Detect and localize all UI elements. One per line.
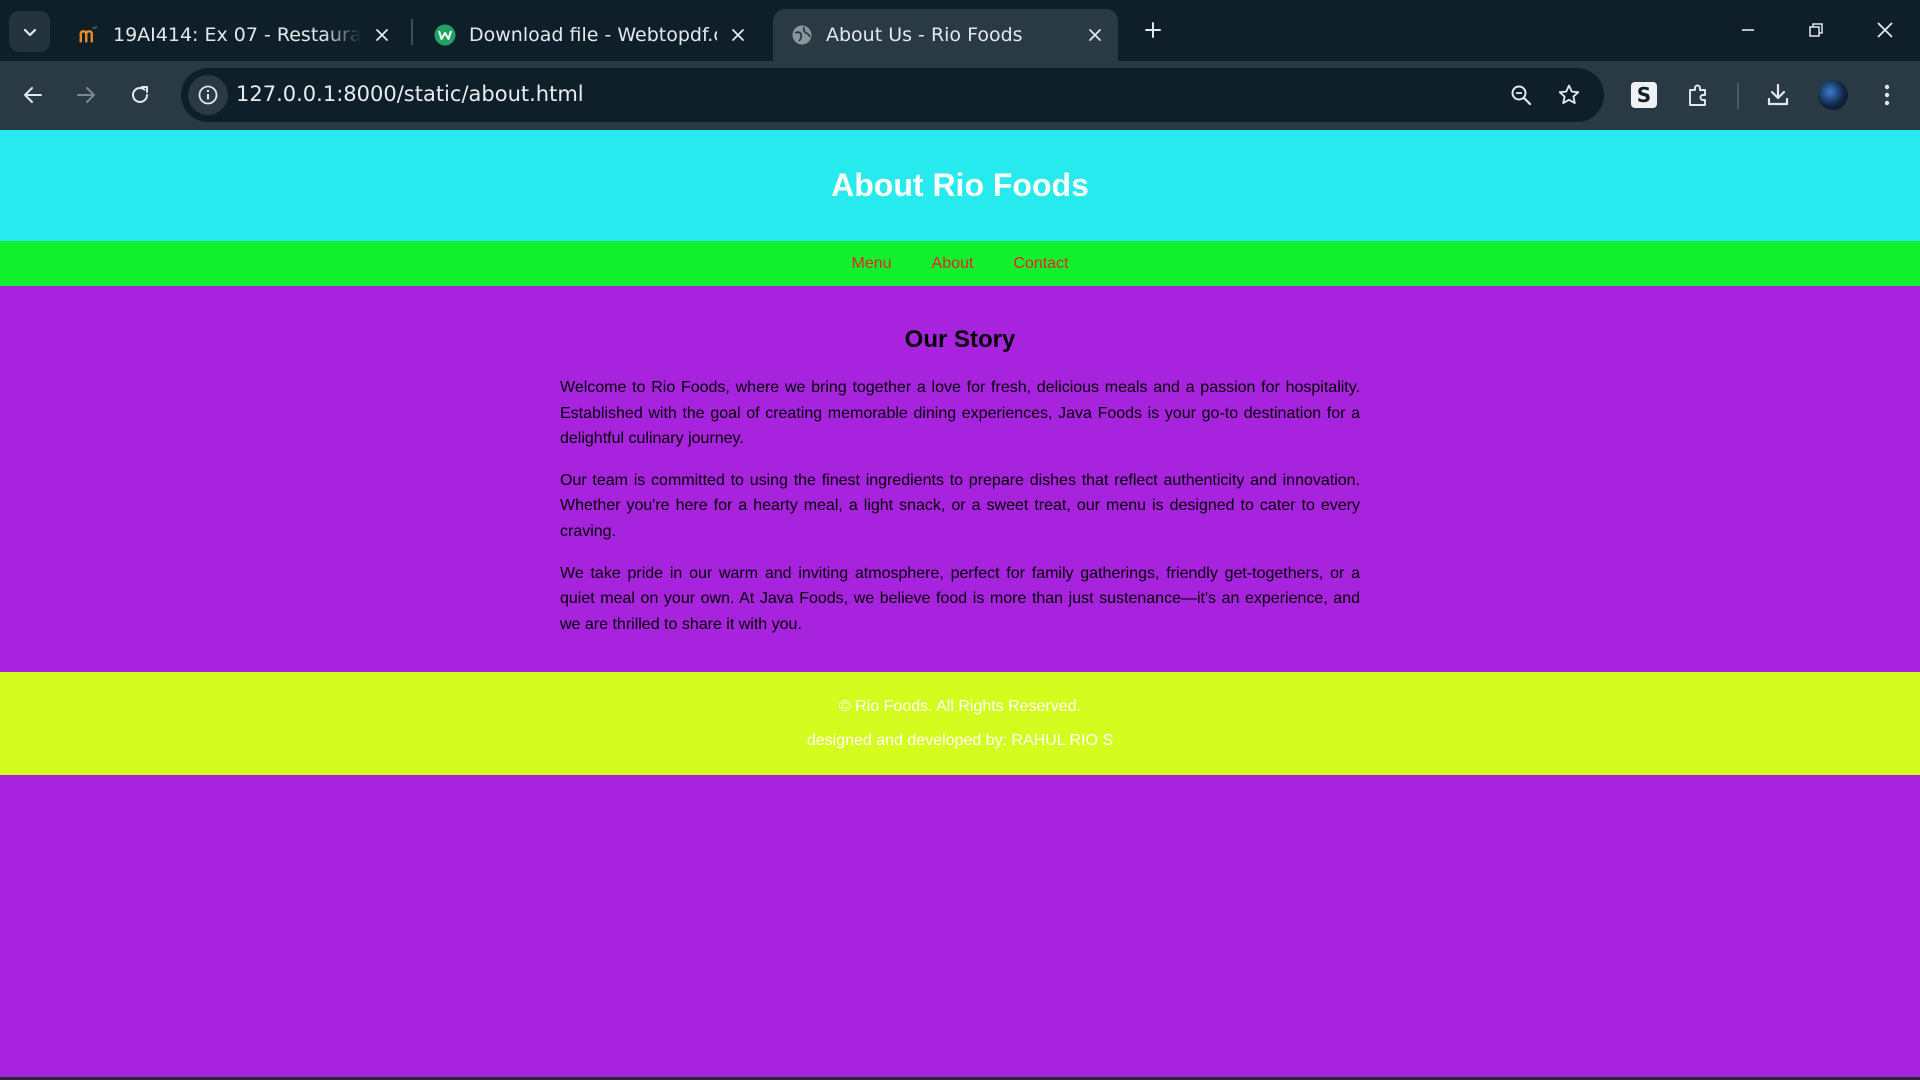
nav-link-about[interactable]: About <box>932 255 974 273</box>
site-footer: © Rio Foods. All Rights Reserved. design… <box>0 672 1920 775</box>
close-window-button[interactable] <box>1863 8 1907 52</box>
footer-credit: designed and developed by: RAHUL RIO S <box>806 731 1114 749</box>
footer-copyright: © Rio Foods. All Rights Reserved. <box>838 697 1082 715</box>
close-icon <box>1877 22 1893 38</box>
web-page: About Rio Foods Menu About Contact Our S… <box>0 130 1920 1080</box>
plus-icon <box>1145 22 1161 38</box>
tab-restaurant[interactable]: 19AI414: Ex 07 - Restaurant We <box>60 9 405 61</box>
close-tab-icon[interactable] <box>1082 22 1108 48</box>
nav-link-contact[interactable]: Contact <box>1013 255 1068 273</box>
reload-icon <box>132 86 148 103</box>
tab-about-active[interactable]: About Us - Rio Foods <box>773 9 1118 61</box>
moodle-icon <box>78 24 100 46</box>
browser-toolbar: 127.0.0.1:8000/static/about.html S <box>0 61 1920 130</box>
story-paragraph: Our team is committed to using the fines… <box>560 471 1360 540</box>
restore-icon <box>1809 23 1823 37</box>
site-header: About Rio Foods <box>0 130 1920 241</box>
close-tab-icon[interactable] <box>725 22 751 48</box>
story-section: Our Story Welcome to Rio Foods, where we… <box>560 286 1360 672</box>
globe-icon <box>791 24 813 46</box>
reload-button[interactable] <box>119 74 161 116</box>
s-extension-icon: S <box>1631 82 1657 108</box>
story-paragraph: Welcome to Rio Foods, where we bring tog… <box>560 379 1360 448</box>
tab-webtopdf[interactable]: Download file - Webtopdf.com <box>416 9 761 61</box>
downloads-button[interactable] <box>1757 74 1799 116</box>
nav-link-menu[interactable]: Menu <box>852 255 892 273</box>
menu-button[interactable] <box>1866 74 1908 116</box>
extensions-button[interactable] <box>1677 74 1719 116</box>
webtopdf-icon <box>434 24 456 46</box>
chevron-down-icon <box>23 28 36 36</box>
section-heading: Our Story <box>904 326 1016 353</box>
toolbar-divider <box>1737 83 1739 109</box>
tab-search-button[interactable] <box>9 11 50 52</box>
tab-divider <box>411 19 413 45</box>
close-tab-icon[interactable] <box>369 22 395 48</box>
site-info-button[interactable] <box>188 75 228 115</box>
arrow-left-icon <box>24 87 42 103</box>
info-icon <box>198 85 218 105</box>
puzzle-icon <box>1689 84 1706 106</box>
bookmark-button[interactable] <box>1550 76 1588 114</box>
minimize-icon <box>1742 29 1754 31</box>
tab-title: 19AI414: Ex 07 - Restaurant We <box>113 24 361 46</box>
site-nav: Menu About Contact <box>0 241 1920 286</box>
tab-title: About Us - Rio Foods <box>826 24 1023 46</box>
more-vertical-icon <box>1884 84 1890 106</box>
address-bar[interactable]: 127.0.0.1:8000/static/about.html <box>181 68 1604 122</box>
arrow-right-icon <box>77 87 95 103</box>
download-icon <box>1767 83 1789 106</box>
star-icon <box>1558 84 1580 104</box>
minimize-button[interactable] <box>1726 8 1770 52</box>
story-paragraph: We take pride in our warm and inviting a… <box>560 564 1360 633</box>
new-tab-button[interactable] <box>1137 14 1169 46</box>
restore-button[interactable] <box>1794 8 1838 52</box>
zoom-out-icon <box>1511 85 1532 106</box>
tab-strip: 19AI414: Ex 07 - Restaurant We Download … <box>0 0 1920 61</box>
extension-s-button[interactable]: S <box>1623 74 1665 116</box>
avatar <box>1818 80 1848 110</box>
tab-title: Download file - Webtopdf.com <box>469 24 717 46</box>
forward-button[interactable] <box>65 74 107 116</box>
page-title: About Rio Foods <box>831 167 1089 203</box>
url-text[interactable]: 127.0.0.1:8000/static/about.html <box>236 82 584 106</box>
profile-button[interactable] <box>1812 74 1854 116</box>
zoom-button[interactable] <box>1502 76 1540 114</box>
back-button[interactable] <box>12 74 54 116</box>
